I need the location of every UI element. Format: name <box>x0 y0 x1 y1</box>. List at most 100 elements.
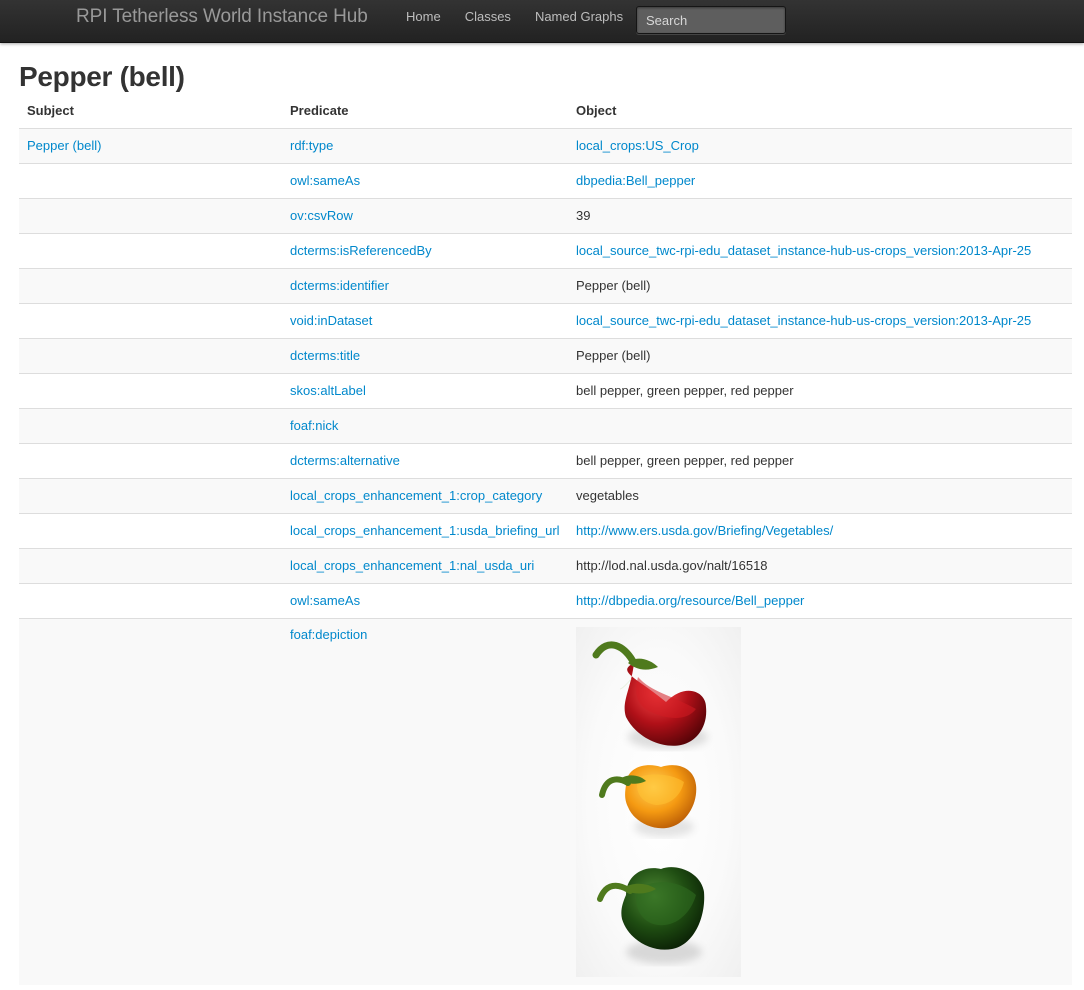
orange-pepper <box>599 764 697 828</box>
predicate-cell: ov:csvRow <box>282 197 568 233</box>
predicate-cell: skos:altLabel <box>282 372 568 408</box>
table-row: local_crops_enhancement_1:nal_usda_uri ht… <box>19 547 1072 583</box>
predicate-link[interactable]: dcterms:identifier <box>290 278 389 293</box>
object-link[interactable]: local_crops:US_Crop <box>576 138 699 153</box>
nav-link-home[interactable]: Home <box>393 9 453 25</box>
predicate-link[interactable]: ov:csvRow <box>290 208 353 223</box>
predicate-cell: local_crops_enhancement_1:crop_category <box>282 477 568 513</box>
subject-cell <box>19 442 282 478</box>
object-cell: http://www.ers.usda.gov/Briefing/Vegetab… <box>568 512 1072 548</box>
object-cell: Pepper (bell) <box>568 337 1072 373</box>
object-cell <box>568 617 1072 985</box>
triples-table: Subject Predicate Object Pepper (bell) rd… <box>19 93 1072 985</box>
subject-cell <box>19 582 282 618</box>
object-cell: bell pepper, green pepper, red pepper <box>568 442 1072 478</box>
subject-cell <box>19 337 282 373</box>
subject-cell <box>19 547 282 583</box>
table-row: dcterms:isReferencedBy local_source_twc-r… <box>19 232 1072 268</box>
predicate-cell: dcterms:identifier <box>282 267 568 303</box>
nav-link-classes[interactable]: Classes <box>453 9 523 25</box>
predicate-link[interactable]: dcterms:title <box>290 348 360 363</box>
predicate-link[interactable]: foaf:nick <box>290 418 338 433</box>
table-row: dcterms:identifier Pepper (bell) <box>19 267 1072 303</box>
object-link[interactable]: local_source_twc-rpi-edu_dataset_instanc… <box>576 243 1031 258</box>
subject-cell <box>19 267 282 303</box>
predicate-link[interactable]: dcterms:alternative <box>290 453 400 468</box>
object-link[interactable]: dbpedia:Bell_pepper <box>576 173 695 188</box>
predicate-cell: dcterms:alternative <box>282 442 568 478</box>
table-header-row: Subject Predicate Object <box>19 93 1072 129</box>
predicate-cell: dcterms:isReferencedBy <box>282 232 568 268</box>
object-cell: dbpedia:Bell_pepper <box>568 162 1072 198</box>
subject-cell <box>19 197 282 233</box>
object-link[interactable]: http://www.ers.usda.gov/Briefing/Vegetab… <box>576 523 833 538</box>
predicate-link[interactable]: foaf:depiction <box>290 627 367 642</box>
object-cell: local_crops:US_Crop <box>568 127 1072 163</box>
object-cell: http://dbpedia.org/resource/Bell_pepper <box>568 582 1072 618</box>
search-input[interactable] <box>636 6 786 34</box>
nav-links: Home Classes Named Graphs <box>393 9 635 25</box>
predicate-link[interactable]: skos:altLabel <box>290 383 366 398</box>
table-row: owl:sameAs dbpedia:Bell_pepper <box>19 162 1072 198</box>
predicate-link[interactable]: void:inDataset <box>290 313 372 328</box>
table-row: void:inDataset local_source_twc-rpi-edu_d… <box>19 302 1072 338</box>
table-row: foaf:depiction <box>19 617 1072 985</box>
nav-link-named-graphs[interactable]: Named Graphs <box>523 9 635 25</box>
table-row: skos:altLabel bell pepper, green pepper, … <box>19 372 1072 408</box>
object-cell: bell pepper, green pepper, red pepper <box>568 372 1072 408</box>
depiction-image[interactable] <box>576 626 741 977</box>
table-row: Pepper (bell) rdf:type local_crops:US_Crop <box>19 127 1072 163</box>
object-value: bell pepper, green pepper, red pepper <box>576 453 794 468</box>
table-row: ov:csvRow 39 <box>19 197 1072 233</box>
predicate-cell: void:inDataset <box>282 302 568 338</box>
predicate-link[interactable]: local_crops_enhancement_1:usda_briefing_… <box>290 523 560 538</box>
subject-cell <box>19 512 282 548</box>
predicate-cell: foaf:nick <box>282 407 568 443</box>
predicate-link[interactable]: owl:sameAs <box>290 593 360 608</box>
object-link[interactable]: http://dbpedia.org/resource/Bell_pepper <box>576 593 804 608</box>
object-cell: local_source_twc-rpi-edu_dataset_instanc… <box>568 302 1072 338</box>
predicate-link[interactable]: local_crops_enhancement_1:crop_category <box>290 488 542 503</box>
table-row: dcterms:alternative bell pepper, green pe… <box>19 442 1072 478</box>
subject-cell <box>19 407 282 443</box>
object-cell: http://lod.nal.usda.gov/nalt/16518 <box>568 547 1072 583</box>
green-pepper <box>597 866 705 950</box>
predicate-link[interactable]: local_crops_enhancement_1:nal_usda_uri <box>290 558 534 573</box>
subject-cell: Pepper (bell) <box>19 127 282 163</box>
object-value: http://lod.nal.usda.gov/nalt/16518 <box>576 558 768 573</box>
predicate-cell: owl:sameAs <box>282 582 568 618</box>
object-value: 39 <box>576 208 591 223</box>
predicate-link[interactable]: owl:sameAs <box>290 173 360 188</box>
predicate-cell: rdf:type <box>282 127 568 163</box>
red-pepper <box>592 640 707 746</box>
object-value: Pepper (bell) <box>576 278 651 293</box>
page-title: Pepper (bell) <box>19 61 185 92</box>
object-cell: Pepper (bell) <box>568 267 1072 303</box>
subject-cell <box>19 372 282 408</box>
predicate-cell: owl:sameAs <box>282 162 568 198</box>
object-value: vegetables <box>576 488 639 503</box>
top-navbar: RPI Tetherless World Instance Hub Home C… <box>0 0 1084 43</box>
header-predicate: Predicate <box>282 93 568 129</box>
object-value: bell pepper, green pepper, red pepper <box>576 383 794 398</box>
header-subject: Subject <box>19 93 282 129</box>
subject-link[interactable]: Pepper (bell) <box>27 138 101 153</box>
subject-cell <box>19 302 282 338</box>
object-link[interactable]: local_source_twc-rpi-edu_dataset_instanc… <box>576 313 1031 328</box>
predicate-cell: local_crops_enhancement_1:usda_briefing_… <box>282 512 568 548</box>
brand-title[interactable]: RPI Tetherless World Instance Hub <box>76 5 368 29</box>
predicate-link[interactable]: dcterms:isReferencedBy <box>290 243 432 258</box>
object-value: Pepper (bell) <box>576 348 651 363</box>
subject-cell <box>19 232 282 268</box>
table-row: dcterms:title Pepper (bell) <box>19 337 1072 373</box>
object-cell: local_source_twc-rpi-edu_dataset_instanc… <box>568 232 1072 268</box>
table-row: local_crops_enhancement_1:crop_category v… <box>19 477 1072 513</box>
predicate-cell: foaf:depiction <box>282 617 568 985</box>
predicate-cell: dcterms:title <box>282 337 568 373</box>
subject-cell <box>19 477 282 513</box>
table-row: foaf:nick <box>19 407 1072 443</box>
predicate-link[interactable]: rdf:type <box>290 138 333 153</box>
object-cell: vegetables <box>568 477 1072 513</box>
predicate-cell: local_crops_enhancement_1:nal_usda_uri <box>282 547 568 583</box>
table-row: local_crops_enhancement_1:usda_briefing_… <box>19 512 1072 548</box>
